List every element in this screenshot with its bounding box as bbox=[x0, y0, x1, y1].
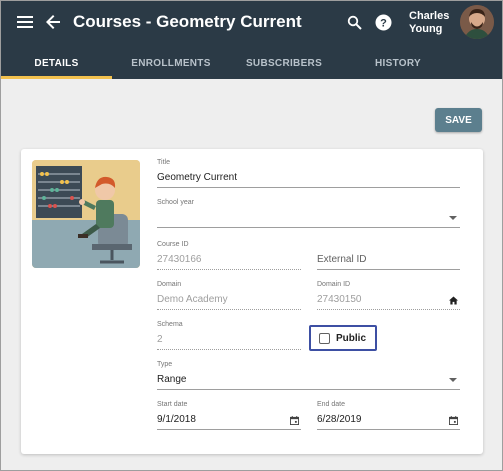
calendar-icon[interactable] bbox=[448, 415, 458, 425]
home-icon[interactable] bbox=[448, 295, 458, 305]
user-name: Charles Young bbox=[409, 10, 450, 35]
tab-bar: DETAILS ENROLLMENTS SUBSCRIBERS HISTORY bbox=[1, 47, 502, 79]
domain-field: Domain Demo Academy bbox=[157, 281, 301, 311]
tab-subscribers[interactable]: SUBSCRIBERS bbox=[230, 47, 338, 79]
course-id-field: Course ID 27430166 bbox=[157, 241, 301, 271]
svg-text:?: ? bbox=[380, 17, 387, 29]
calendar-icon[interactable] bbox=[289, 415, 299, 425]
schema-field: Schema 2 bbox=[157, 321, 301, 351]
arrow-back-icon[interactable] bbox=[43, 12, 63, 32]
help-icon[interactable]: ? bbox=[373, 12, 393, 32]
title-underline bbox=[157, 187, 460, 188]
search-icon[interactable] bbox=[344, 12, 364, 32]
title-field[interactable]: Title Geometry Current bbox=[157, 159, 460, 189]
tab-enrollments[interactable]: ENROLLMENTS bbox=[112, 47, 230, 79]
chevron-down-icon[interactable] bbox=[449, 378, 457, 382]
course-details-card: Title Geometry Current School year Cours… bbox=[21, 149, 483, 454]
top-bar: Courses - Geometry Current ? Charles You… bbox=[1, 1, 502, 43]
chevron-down-icon[interactable] bbox=[449, 216, 457, 220]
app-bar: Courses - Geometry Current ? Charles You… bbox=[1, 1, 502, 79]
domain-id-field: Domain ID 27430150 bbox=[317, 281, 460, 311]
tab-details[interactable]: DETAILS bbox=[1, 47, 112, 79]
avatar[interactable] bbox=[460, 5, 494, 39]
external-id-field[interactable]: External ID bbox=[317, 241, 460, 271]
tab-history[interactable]: HISTORY bbox=[338, 47, 458, 79]
school-year-select[interactable]: School year bbox=[157, 199, 460, 229]
course-image bbox=[32, 160, 140, 268]
public-checkbox[interactable] bbox=[319, 333, 330, 344]
public-checkbox-container[interactable]: Public bbox=[309, 325, 377, 351]
save-button[interactable]: SAVE bbox=[435, 108, 482, 132]
start-date-field[interactable]: Start date 9/1/2018 bbox=[157, 401, 301, 431]
public-label: Public bbox=[336, 333, 367, 344]
menu-icon[interactable] bbox=[15, 12, 35, 32]
title-value[interactable]: Geometry Current bbox=[157, 172, 237, 183]
page-title: Courses - Geometry Current bbox=[73, 12, 302, 31]
end-date-field[interactable]: End date 6/28/2019 bbox=[317, 401, 460, 431]
type-select[interactable]: Type Range bbox=[157, 361, 460, 391]
